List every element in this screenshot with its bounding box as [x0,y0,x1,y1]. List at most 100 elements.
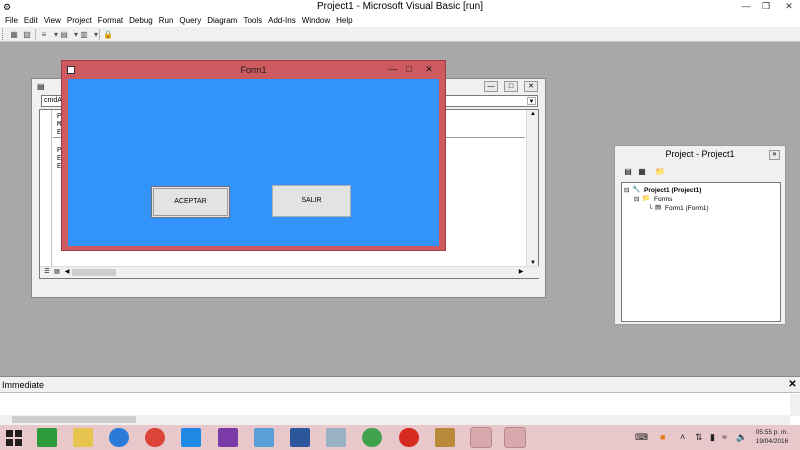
window-title: Project1 - Microsoft Visual Basic [run] [317,1,483,12]
project-explorer-title: Project - Project1 [665,149,735,159]
project-tree: ⊟ 🔧 Project1 (Project1) ⊟ 📁 Forms └ ▤ Fo… [621,182,781,322]
paint-app-icon[interactable] [218,428,238,447]
dropbox-icon[interactable] [181,428,201,447]
minimize-button[interactable]: — [735,0,757,13]
tree-forms-node[interactable]: Forms [654,196,672,204]
form1-client-area: ACEPTAR SALIR [68,79,439,246]
scroll-up-icon[interactable]: ▲ [528,110,538,119]
menu-format[interactable]: Format [95,14,126,27]
chrome-icon[interactable] [145,428,165,447]
form1-window[interactable]: Form1 — □ ✕ ACEPTAR SALIR [61,60,446,251]
immediate-vertical-scrollbar[interactable] [790,394,800,416]
pdf-app-icon[interactable] [470,427,492,448]
add-project-icon[interactable]: ▦ [8,29,20,40]
windows-start-icon[interactable] [6,430,22,446]
standard-toolbar: ▦ ▧ ≡ ▾ ▤ ▾ ▥ ▾ 🔒 [0,27,800,42]
taskbar-clock[interactable]: 05:55 p. m. 19/04/2016 [752,428,792,446]
code-restore-button[interactable]: □ [504,81,518,92]
form-icon: ▤ [655,204,662,211]
menu-tools[interactable]: Tools [240,14,265,27]
tree-expand-icon[interactable]: ⊟ [634,196,639,204]
tree-project-node[interactable]: Project1 (Project1) [644,187,701,195]
full-module-view-icon[interactable]: ▤ [52,268,62,277]
menu-edit[interactable]: Edit [21,14,41,27]
file-explorer-icon[interactable] [73,428,93,447]
menu-help[interactable]: Help [333,14,355,27]
toolbar-separator [35,29,36,40]
menu-view[interactable]: View [41,14,64,27]
make-same-size-icon[interactable]: ▥ [78,29,90,40]
menu-diagram[interactable]: Diagram [204,14,240,27]
dreamweaver-icon[interactable] [362,428,382,447]
battery-icon[interactable]: ▮ [710,431,715,443]
wifi-icon[interactable]: ≈ [722,431,727,443]
menu-bar: File Edit View Project Format Debug Run … [0,14,800,27]
project-explorer[interactable]: Project - Project1 ✕ ▤ ▦ 📁 ⊟ 🔧 Project1 … [614,145,786,325]
tree-connector: └ [648,205,653,212]
chevron-down-icon[interactable]: ▼ [527,97,536,105]
toggle-folders-icon[interactable]: 📁 [654,166,666,177]
menu-query[interactable]: Query [176,14,204,27]
menu-project[interactable]: Project [64,14,95,27]
scroll-thumb[interactable] [72,269,116,276]
tool-app-icon[interactable] [435,428,455,447]
code-minimize-button[interactable]: — [484,81,498,92]
visual-basic-taskbar-icon[interactable] [504,427,526,448]
procedure-combo[interactable]: ▼ [445,95,538,107]
start-tile [15,439,22,446]
menu-run[interactable]: Run [156,14,177,27]
word-icon[interactable] [290,428,310,447]
form-close-button[interactable]: ✕ [420,62,438,76]
code-close-button[interactable]: ✕ [524,81,538,92]
network-app-icon[interactable] [254,428,274,447]
scroll-right-icon[interactable]: ▶ [516,268,526,277]
ie-browser-icon[interactable] [109,428,129,447]
code-margin [40,110,52,278]
taskbar: ⌨ ■ ˄ ⇅ ▮ ≈ 🔈 05:55 p. m. 19/04/2016 [0,425,800,450]
tree-form1-node[interactable]: Form1 (Form1) [665,205,709,213]
network-icon[interactable]: ⇅ [695,431,703,443]
dropdown-arrow-icon[interactable]: ▾ [90,29,102,40]
close-button[interactable]: ✕ [778,0,800,13]
project-icon: 🔧 [632,186,641,193]
view-object-icon[interactable]: ▦ [636,166,648,177]
lock-controls-icon[interactable]: 🔒 [102,29,114,40]
view-code-icon[interactable]: ▤ [622,166,634,177]
immediate-horizontal-scrollbar[interactable] [0,415,790,425]
toolbar-grip[interactable] [2,29,5,40]
menu-add-ins[interactable]: Add-Ins [265,14,299,27]
notes-app-icon[interactable] [326,428,346,447]
align-center-icon[interactable]: ▤ [58,29,70,40]
procedure-view-icon[interactable]: ☰ [42,268,52,277]
scroll-thumb[interactable] [12,416,136,423]
aceptar-button[interactable]: ACEPTAR [151,186,230,218]
tree-project-label: Project1 (Project1) [644,187,702,194]
align-left-icon[interactable]: ≡ [38,29,50,40]
code-vertical-scrollbar[interactable]: ▲ ▼ [526,110,538,268]
clock-date: 19/04/2016 [755,438,789,445]
menu-file[interactable]: File [2,14,21,27]
project-explorer-close-button[interactable]: ✕ [769,150,780,160]
chevron-up-icon[interactable]: ˄ [680,431,685,443]
flash-icon[interactable] [399,428,419,447]
store-icon[interactable] [37,428,57,447]
menu-debug[interactable]: Debug [126,14,156,27]
code-window-icon: ▤ [37,82,45,91]
menu-window[interactable]: Window [299,14,333,27]
notification-app-icon[interactable]: ■ [660,431,665,443]
salir-button[interactable]: SALIR [272,185,351,217]
start-tile [6,430,13,437]
immediate-window[interactable]: Immediate ✕ [0,376,800,425]
tree-expand-icon[interactable]: ⊟ [624,187,629,195]
project-explorer-toolbar: ▤ ▦ 📁 [619,165,783,179]
volume-icon[interactable]: 🔈 [736,431,747,443]
immediate-close-button[interactable]: ✕ [787,379,798,390]
immediate-title: Immediate [0,377,800,393]
restore-button[interactable]: ❐ [755,0,777,13]
remove-project-icon[interactable]: ▧ [21,29,33,40]
form-maximize-button[interactable]: □ [400,62,418,76]
form1-title-bar[interactable]: Form1 — □ ✕ [62,61,445,79]
scroll-left-icon[interactable]: ◀ [62,268,72,277]
keyboard-icon[interactable]: ⌨ [635,431,648,443]
code-horizontal-scrollbar[interactable]: ☰ ▤ ◀ ▶ [40,266,540,278]
